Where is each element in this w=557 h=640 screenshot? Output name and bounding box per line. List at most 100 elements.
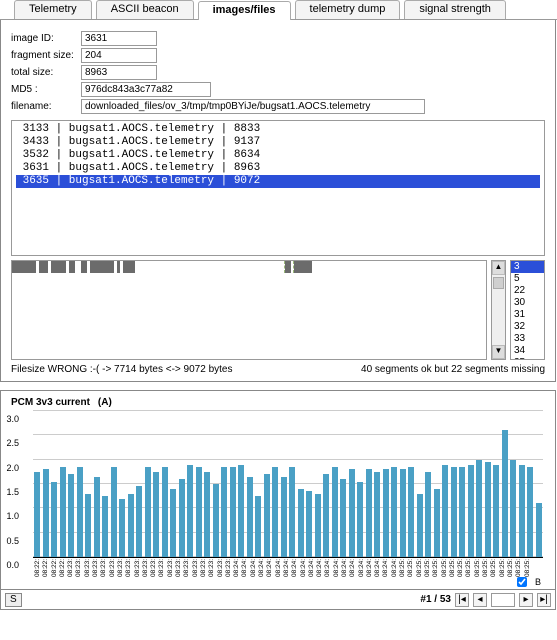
chart-bar — [289, 467, 295, 557]
x-tick-label: 08:22:54 — [51, 559, 59, 577]
list-item[interactable]: 3133 | bugsat1.AOCS.telemetry | 8833 — [16, 123, 260, 135]
page-nav: #1 / 53 |◂ ◂ ▸ ▸| — [420, 593, 551, 607]
label-image-id: image ID: — [11, 33, 81, 44]
chart-bar — [34, 472, 40, 557]
tab-telemetry-dump[interactable]: telemetry dump — [295, 0, 401, 19]
y-tick-label: 0.5 — [6, 536, 19, 546]
list-item[interactable]: 3433 | bugsat1.AOCS.telemetry | 9137 — [16, 136, 260, 148]
scroll-up-button[interactable]: ▲ — [492, 261, 505, 275]
x-tick-label: 08:25:18 — [449, 559, 457, 577]
y-tick-label: 1.0 — [6, 511, 19, 521]
chart-bar — [476, 460, 482, 557]
status-row: Filesize WRONG :-( -> 7714 bytes <-> 907… — [11, 364, 545, 375]
x-tick-label: 08:24:45 — [358, 559, 366, 577]
nav-first-button[interactable]: |◂ — [455, 593, 469, 607]
chart-bar — [442, 465, 448, 557]
segment-scrollbar[interactable]: ▲ ▼ — [491, 260, 506, 360]
y-tick-label: 0.0 — [6, 560, 19, 570]
segment-index-item[interactable]: 34 — [511, 345, 544, 357]
nav-next-button[interactable]: ▸ — [519, 593, 533, 607]
y-tick-label: 2.5 — [6, 438, 19, 448]
chart-bar — [247, 477, 253, 557]
scroll-down-button[interactable]: ▼ — [492, 345, 505, 359]
tab-strip: TelemetryASCII beaconimages/filestelemet… — [0, 0, 557, 20]
list-item[interactable]: 3635 | bugsat1.AOCS.telemetry | 9072 — [16, 175, 540, 188]
tab-telemetry[interactable]: Telemetry — [14, 0, 92, 19]
field-image-id: image ID: — [11, 30, 545, 46]
chart-bar — [340, 479, 346, 557]
x-tick-label: 08:23:45 — [192, 559, 200, 577]
x-tick-label: 08:24:12 — [266, 559, 274, 577]
segment-index-list[interactable]: 352230313233343536 — [510, 260, 545, 360]
segment-index-item[interactable]: 30 — [511, 297, 544, 309]
x-tick-label: 08:23:42 — [183, 559, 191, 577]
chart-options-row: B — [11, 577, 545, 587]
scroll-thumb[interactable] — [493, 277, 504, 289]
input-filename[interactable] — [81, 99, 425, 114]
x-tick-label: 08:24:42 — [349, 559, 357, 577]
nav-slider[interactable] — [491, 593, 515, 607]
segment-index-item[interactable]: 22 — [511, 285, 544, 297]
x-tick-label: 08:24:33 — [324, 559, 332, 577]
chart-bar — [85, 494, 91, 557]
chart-bar — [162, 467, 168, 557]
x-tick-label: 08:24:27 — [308, 559, 316, 577]
chart-title: PCM 3v3 current — [11, 397, 90, 408]
x-tick-label: 08:23:27 — [142, 559, 150, 577]
x-tick-label: 08:23:57 — [225, 559, 233, 577]
chart-bar — [451, 467, 457, 557]
chart-bar — [332, 467, 338, 557]
x-tick-label: 08:25:45 — [524, 559, 532, 577]
chart-bar — [400, 469, 406, 557]
segment-index-item[interactable]: 35 — [511, 357, 544, 360]
x-tick-label: 08:23:12 — [100, 559, 108, 577]
list-item[interactable]: 3532 | bugsat1.AOCS.telemetry | 8634 — [16, 149, 260, 161]
input-md5[interactable] — [81, 82, 211, 97]
chart-bar — [196, 467, 202, 557]
chart-bar — [128, 494, 134, 557]
x-tick-label: 08:23:51 — [208, 559, 216, 577]
segment-index-item[interactable]: 31 — [511, 309, 544, 321]
pager-total: 53 — [440, 594, 451, 605]
x-tick-label: 08:25:24 — [465, 559, 473, 577]
chart-bar — [315, 494, 321, 557]
input-total-size[interactable] — [81, 65, 157, 80]
chart-bar — [187, 465, 193, 557]
chart-bar — [510, 460, 516, 557]
chart-bar — [255, 496, 261, 557]
x-tick-label: 08:25:36 — [499, 559, 507, 577]
segment-strip[interactable] — [11, 260, 487, 360]
tab-signal-strength[interactable]: signal strength — [404, 0, 506, 19]
segment-index-item[interactable]: 33 — [511, 333, 544, 345]
s-button[interactable]: S — [5, 593, 22, 607]
file-list[interactable]: 3133 | bugsat1.AOCS.telemetry | 8833 343… — [11, 120, 545, 256]
chart-unit: (A) — [98, 397, 112, 408]
x-tick-label: 08:23:03 — [75, 559, 83, 577]
x-tick-label: 08:25:15 — [441, 559, 449, 577]
y-tick-label: 3.0 — [6, 414, 19, 424]
segment-index-item[interactable]: 3 — [511, 261, 544, 273]
chart-bar — [425, 472, 431, 557]
chart-bar — [536, 503, 542, 557]
segment-area: ▲ ▼ 352230313233343536 — [11, 260, 545, 360]
segment-index-item[interactable]: 5 — [511, 273, 544, 285]
x-tick-label: 08:23:54 — [217, 559, 225, 577]
x-tick-label: 08:24:03 — [241, 559, 249, 577]
list-item[interactable]: 3631 | bugsat1.AOCS.telemetry | 8963 — [16, 162, 260, 174]
x-tick-label: 08:22:57 — [59, 559, 67, 577]
chart-checkbox[interactable] — [517, 577, 527, 587]
chart-bar — [408, 467, 414, 557]
input-fragment-size[interactable] — [81, 48, 157, 63]
x-tick-label: 08:25:03 — [407, 559, 415, 577]
chart-bar — [221, 467, 227, 557]
x-tick-label: 08:25:12 — [432, 559, 440, 577]
nav-last-button[interactable]: ▸| — [537, 593, 551, 607]
chart-bar — [485, 462, 491, 557]
input-image-id[interactable] — [81, 31, 157, 46]
x-tick-label: 08:24:06 — [250, 559, 258, 577]
tab-images-files[interactable]: images/files — [198, 1, 291, 20]
chart-bar — [68, 474, 74, 557]
segment-index-item[interactable]: 32 — [511, 321, 544, 333]
tab-ascii-beacon[interactable]: ASCII beacon — [96, 0, 194, 19]
nav-prev-button[interactable]: ◂ — [473, 593, 487, 607]
